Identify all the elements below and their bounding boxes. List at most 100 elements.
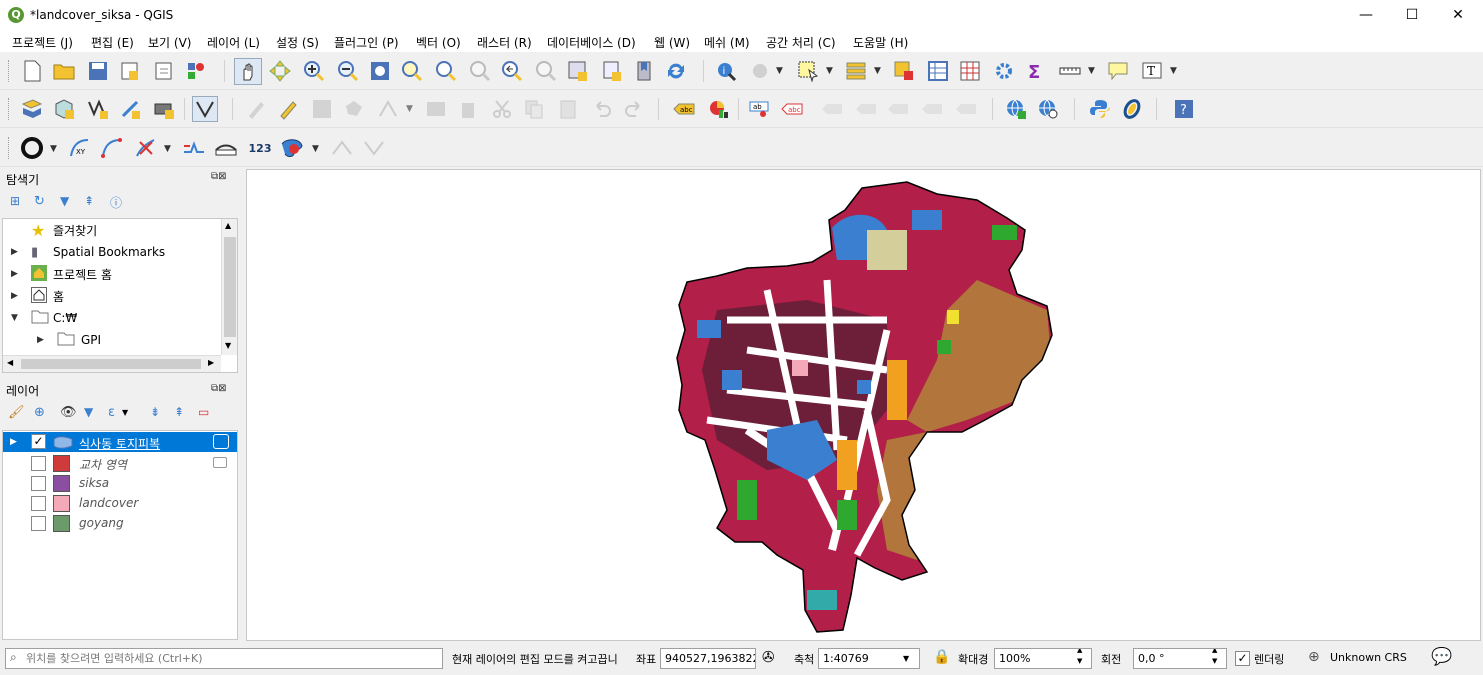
new-shapefile-icon[interactable] (118, 97, 142, 121)
toggle-editing-icon[interactable] (276, 97, 300, 121)
show-hide-labels-icon[interactable] (820, 97, 844, 121)
info-icon[interactable]: ⓘ (110, 194, 122, 211)
change-label-icon[interactable] (920, 97, 944, 121)
snapping-icon[interactable] (134, 136, 158, 160)
pin-labels-icon[interactable]: ab (748, 97, 772, 121)
offset-curve-icon[interactable] (182, 136, 206, 160)
style-manager-icon[interactable] (184, 59, 208, 83)
layer-row[interactable]: 교차 영역 (3, 453, 237, 473)
chevron-down-icon[interactable]: ▼ (1088, 66, 1095, 76)
map-tips-icon[interactable] (1106, 59, 1130, 83)
messages-icon[interactable]: 💬 (1431, 647, 1452, 667)
minimize-button[interactable]: — (1343, 0, 1389, 30)
text-annotation-icon[interactable]: T (1140, 59, 1164, 83)
chevron-down-icon[interactable]: ▼ (776, 66, 783, 76)
expand-arrow-icon[interactable]: ▶ (37, 335, 44, 345)
merge-features-icon[interactable] (362, 136, 386, 160)
scroll-up-icon[interactable]: ▲ (225, 221, 231, 230)
undo-icon[interactable] (590, 97, 614, 121)
tree-item-home[interactable]: 홈 (31, 285, 64, 307)
metasearch-icon[interactable] (1004, 97, 1028, 121)
chevron-down-icon[interactable]: ▼ (1170, 66, 1177, 76)
filter-legend-icon[interactable]: ▼ (84, 405, 93, 419)
collapse-arrow-icon[interactable]: ▼ (11, 313, 18, 323)
toolbox-gear-icon[interactable] (992, 59, 1016, 83)
layer-row[interactable]: goyang (3, 513, 237, 533)
layout-manager-icon[interactable] (152, 59, 176, 83)
close-button[interactable]: ✕ (1435, 0, 1481, 30)
statistics-sigma-icon[interactable]: Σ (1024, 59, 1048, 83)
attribute-table-icon[interactable] (926, 59, 950, 83)
metasearch-search-icon[interactable] (1036, 97, 1060, 121)
horizontal-scrollbar[interactable]: ◀ ▶ (3, 355, 221, 372)
vertex-tool-icon[interactable] (376, 97, 400, 121)
tree-item-project-home[interactable]: 프로젝트 홈 (31, 263, 112, 285)
python-console-icon[interactable] (1088, 97, 1112, 121)
coordinate-input[interactable]: 940527,1963822 (660, 648, 756, 669)
new-3d-map-view-icon[interactable] (600, 59, 624, 83)
tree-item-spatial-bookmarks[interactable]: ▮ Spatial Bookmarks (31, 241, 165, 263)
mouse-coordinate-toggle-icon[interactable]: ✇ (762, 648, 775, 666)
highlight-pinned-labels-icon[interactable]: abc (780, 97, 804, 121)
label-properties-icon[interactable] (954, 97, 978, 121)
measure-line-icon[interactable] (1058, 59, 1082, 83)
tree-item-c-drive[interactable]: C:₩ (31, 307, 77, 329)
manage-map-themes-icon[interactable]: 👁 (60, 405, 77, 420)
editing-indicator-icon[interactable] (213, 434, 229, 449)
menu-vector[interactable]: 벡터 (O) (416, 34, 461, 51)
spin-arrows-icon[interactable]: ▲ ▼ (1077, 649, 1082, 667)
open-project-icon[interactable] (52, 59, 76, 83)
menu-database[interactable]: 데이터베이스 (D) (547, 34, 636, 51)
delete-selected-icon[interactable] (456, 97, 480, 121)
scroll-right-icon[interactable]: ▶ (208, 358, 214, 367)
zoom-in-icon[interactable] (302, 59, 326, 83)
scrollbar-thumb[interactable] (21, 359, 201, 369)
filter-icon[interactable]: ▼ (60, 194, 69, 208)
collapse-all-icon[interactable]: ⇞ (174, 405, 184, 419)
zoom-to-layer-icon[interactable] (434, 59, 458, 83)
save-project-icon[interactable] (86, 59, 110, 83)
tree-item-gpi[interactable]: GPI (57, 329, 101, 351)
field-calculator-icon[interactable] (958, 59, 982, 83)
reshape-features-icon[interactable] (280, 136, 304, 160)
help-icon[interactable]: ? (1172, 97, 1196, 121)
new-temporary-layer-icon[interactable] (152, 97, 176, 121)
chevron-down-icon[interactable]: ▼ (903, 649, 909, 668)
measure-bearing-icon[interactable] (214, 136, 238, 160)
data-source-manager-icon[interactable] (20, 97, 44, 121)
layer-visibility-checkbox[interactable]: ✓ (31, 434, 46, 449)
add-vector-layer-icon[interactable] (86, 97, 110, 121)
tree-item-favorites[interactable]: ★ 즐겨찾기 (31, 219, 97, 241)
paste-features-icon[interactable] (556, 97, 580, 121)
layer-visibility-checkbox[interactable] (31, 496, 46, 511)
rotation-spinbox[interactable]: 0,0 ° ▲ ▼ (1133, 648, 1227, 669)
arc-digitize-icon[interactable] (100, 136, 124, 160)
menu-edit[interactable]: 편집 (E) (91, 34, 134, 51)
editing-indicator-icon[interactable] (213, 457, 227, 468)
menu-raster[interactable]: 래스터 (R) (477, 34, 532, 51)
labeling-icon[interactable]: abc (672, 97, 696, 121)
xy-digitize-icon[interactable]: XY (68, 136, 92, 160)
menu-plugins[interactable]: 플러그인 (P) (334, 34, 399, 51)
render-checkbox[interactable]: ✓ (1235, 651, 1250, 666)
chevron-down-icon[interactable]: ▼ (164, 144, 171, 154)
filter-by-expression-icon[interactable]: ε (108, 405, 115, 420)
toolbar-grip[interactable] (8, 98, 11, 120)
move-label-icon[interactable] (854, 97, 878, 121)
copy-features-icon[interactable] (522, 97, 546, 121)
new-print-layout-icon[interactable] (118, 59, 142, 83)
pan-to-selection-icon[interactable] (268, 59, 292, 83)
select-by-attribute-icon[interactable] (844, 59, 868, 83)
menu-mesh[interactable]: 메쉬 (M) (704, 34, 750, 51)
new-bookmark-icon[interactable] (632, 59, 656, 83)
remove-layer-icon[interactable]: ▭ (198, 405, 209, 419)
layer-vertex-icon[interactable] (192, 96, 218, 122)
map-canvas[interactable] (246, 169, 1481, 641)
add-polygon-feature-icon[interactable] (342, 97, 366, 121)
select-features-icon[interactable] (796, 59, 820, 83)
layer-visibility-checkbox[interactable] (31, 456, 46, 471)
zoom-full-icon[interactable] (368, 59, 392, 83)
new-map-view-icon[interactable] (566, 59, 590, 83)
scroll-left-icon[interactable]: ◀ (7, 358, 13, 367)
add-selected-layers-icon[interactable]: ⊞ (10, 194, 20, 208)
